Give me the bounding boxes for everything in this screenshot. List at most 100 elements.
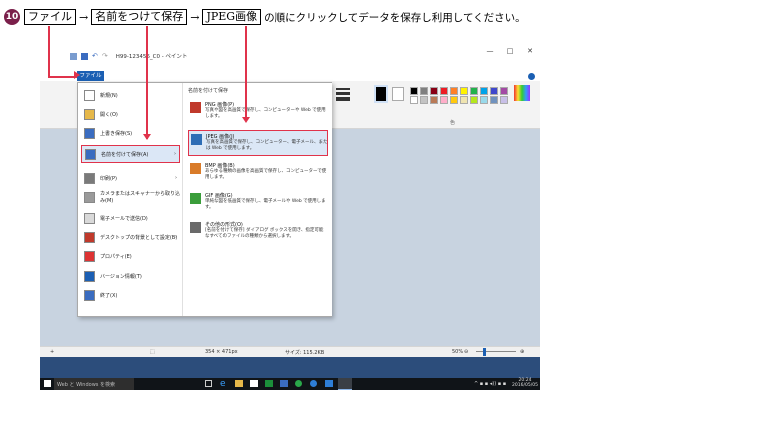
callout-arrowhead (143, 134, 151, 140)
title-bar: ↶ ↷ H99-123456_C0 - ペイント — □ ✕ (40, 45, 540, 71)
paint-taskbar-icon[interactable] (338, 378, 352, 390)
palette-swatch[interactable] (480, 96, 488, 104)
arrow-icon: → (190, 10, 200, 24)
clock: 20:24 2016/05/05 (512, 378, 538, 388)
step-file-label: ファイル (24, 9, 76, 25)
format-description: 写真や図を高画質で保存し、コンピューターや Web で使用します。 (205, 108, 326, 119)
file-menu: 新規(N) 開く(O) 上書き保存(S) 名前を付けて保存(A) › 印刷(P) › カメラま… (77, 82, 332, 317)
file-menu-item-label: 開く(O) (100, 111, 118, 118)
app-icon[interactable] (265, 380, 273, 387)
save-format-option[interactable]: PNG 画像(P) 写真や図を高画質で保存し、コンピューターや Web で使用しま… (188, 99, 328, 125)
callout-line (245, 26, 247, 119)
search-box[interactable]: Web と Windows を検索 (57, 381, 115, 388)
file-menu-item[interactable]: カメラまたはスキャナーから取り込み(M) (81, 188, 180, 206)
app-icon[interactable] (310, 380, 317, 387)
palette-swatch[interactable] (460, 87, 468, 95)
ribbon-tabs (40, 71, 540, 81)
taskbar: Web と Windows を検索 e ^ ▪ ▪ ◂)) ▪ ▪ 20:24 … (40, 378, 540, 390)
palette-swatch[interactable] (420, 96, 428, 104)
palette-swatch[interactable] (410, 96, 418, 104)
palette-swatch[interactable] (450, 87, 458, 95)
save-format-option[interactable]: BMP 画像(B) あらゆる種類の画像を高画質で保存し、コンピューターで使用します… (188, 160, 328, 186)
zoom-slider-track[interactable] (476, 351, 516, 352)
color2-swatch[interactable] (392, 87, 404, 101)
scanner-icon (84, 191, 95, 203)
palette-swatch[interactable] (470, 96, 478, 104)
page: 10 ファイル → 名前をつけて保存 → JPEG画像 の順にクリックしてデータ… (0, 0, 775, 427)
redo-icon[interactable]: ↷ (102, 52, 108, 60)
tray-icons[interactable]: ^ ▪ ▪ ◂)) ▪ ▪ (474, 381, 506, 387)
store-icon[interactable] (250, 380, 258, 387)
file-menu-item-label: 電子メールで送信(D) (100, 215, 148, 222)
palette-swatch[interactable] (470, 87, 478, 95)
minimize-button[interactable]: — (480, 45, 500, 57)
palette-swatch[interactable] (500, 87, 508, 95)
palette-swatch[interactable] (410, 87, 418, 95)
file-menu-item[interactable]: 開く(O) (81, 105, 180, 123)
png-icon (190, 102, 201, 113)
window-controls: — □ ✕ (480, 45, 540, 57)
callout-line (48, 76, 77, 78)
zoom-in-button[interactable]: ⊕ (520, 349, 524, 355)
edge-icon[interactable]: e (220, 379, 226, 389)
file-menu-item[interactable]: デスクトップの背景として設定(B) › (81, 228, 180, 246)
palette-swatch[interactable] (440, 87, 448, 95)
desktop-background (40, 357, 540, 378)
chrome-icon[interactable] (295, 380, 302, 387)
gif-icon (190, 193, 201, 204)
line-width-icon[interactable] (336, 87, 350, 101)
mail-icon[interactable] (325, 380, 333, 387)
file-menu-item[interactable]: 電子メールで送信(D) (81, 209, 180, 227)
file-menu-item-label: カメラまたはスキャナーから取り込み(M) (100, 191, 181, 204)
file-menu-item[interactable]: 名前を付けて保存(A) › (81, 145, 180, 163)
task-view-icon[interactable] (205, 380, 212, 387)
save-icon (84, 127, 95, 139)
callout-line (146, 26, 148, 139)
file-menu-item-label: 印刷(P) (100, 175, 117, 182)
save-format-option[interactable]: その他の形式(O) [名前を付けて保存] ダイアログ ボックスを開き、指定可能なす… (188, 219, 328, 245)
file-menu-item[interactable]: プロパティ(E) (81, 247, 180, 265)
undo-icon[interactable]: ↶ (92, 52, 98, 60)
format-description: [名前を付けて保存] ダイアログ ボックスを開き、指定可能なすべてのファイルの種… (205, 228, 324, 239)
palette-swatch[interactable] (500, 96, 508, 104)
app-icon[interactable] (280, 380, 288, 387)
printer-icon (84, 172, 95, 184)
file-menu-item[interactable]: バージョン情報(T) (81, 267, 180, 285)
folder-icon[interactable] (235, 380, 243, 387)
step-jpeg-label: JPEG画像 (202, 9, 262, 25)
color1-swatch[interactable] (374, 85, 388, 103)
close-button[interactable]: ✕ (520, 45, 540, 57)
palette-swatch[interactable] (440, 96, 448, 104)
file-menu-commands: 新規(N) 開く(O) 上書き保存(S) 名前を付けて保存(A) › 印刷(P) › カメラま… (78, 83, 183, 316)
palette-swatch[interactable] (490, 96, 498, 104)
format-description: あらゆる種類の画像を高画質で保存し、コンピューターで使用します。 (205, 169, 327, 180)
palette-swatch[interactable] (450, 96, 458, 104)
format-name: PNG 画像(P) (205, 102, 235, 108)
start-icon[interactable] (44, 380, 51, 387)
maximize-button[interactable]: □ (500, 45, 520, 57)
zoom-slider-thumb[interactable] (483, 348, 486, 356)
save-format-option[interactable]: JPEG 画像(J) 写真を高画質で保存し、コンピューター、電子メール、または W… (188, 130, 328, 156)
palette-swatch[interactable] (430, 96, 438, 104)
palette-swatch[interactable] (490, 87, 498, 95)
file-menu-item[interactable]: 終了(X) (81, 286, 180, 304)
palette-swatch[interactable] (430, 87, 438, 95)
callout-arrowhead (74, 71, 80, 79)
bmp-icon (190, 163, 201, 174)
save-format-option[interactable]: GIF 画像(G) 単純な図を低画質で保存し、電子メールや Web で使用します。 (188, 190, 328, 216)
edit-colors-icon[interactable] (514, 85, 530, 101)
arrow-icon: → (79, 10, 89, 24)
file-menu-item[interactable]: 新規(N) (81, 86, 180, 104)
palette-swatch[interactable] (460, 96, 468, 104)
check-icon (84, 250, 95, 262)
file-menu-item-label: 上書き保存(S) (100, 130, 133, 137)
palette-swatch[interactable] (420, 87, 428, 95)
zoom-out-button[interactable]: ⊖ (464, 349, 468, 355)
help-icon[interactable] (528, 73, 535, 80)
paint-app-icon (70, 52, 77, 60)
save-icon[interactable] (81, 52, 88, 60)
color-palette[interactable] (410, 87, 509, 104)
file-menu-item[interactable]: 印刷(P) › (81, 169, 180, 187)
file-menu-item[interactable]: 上書き保存(S) (81, 124, 180, 142)
palette-swatch[interactable] (480, 87, 488, 95)
